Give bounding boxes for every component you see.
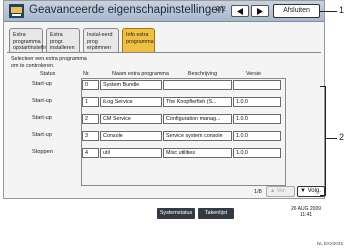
callout-line-2: [326, 138, 337, 139]
column-description: Beschrijving: [188, 71, 218, 77]
row-number: 1: [82, 97, 99, 107]
time-text: 11:41: [299, 212, 313, 218]
row-name: System Bundle: [100, 80, 162, 90]
callout-bracket-2: [320, 86, 326, 196]
previous-page-button[interactable]: [231, 5, 249, 17]
tab-program-info[interactable]: Info extra programma: [122, 28, 155, 52]
row-version: 1.0.0: [233, 148, 281, 158]
column-version: Versie: [246, 71, 261, 77]
previous-list-button[interactable]: ▲ Vor.: [266, 186, 295, 197]
callout-1: 1: [339, 5, 345, 15]
tab-install[interactable]: Extra progr. installeren: [46, 28, 80, 52]
row-description: Service system console: [163, 131, 232, 141]
row-description: Configuration manag...: [163, 114, 232, 124]
row-number: 2: [82, 114, 99, 124]
system-status-button[interactable]: Systemstatus: [157, 208, 195, 219]
tab-divider: [7, 52, 321, 53]
row-name: iLog Service: [100, 97, 162, 107]
row-number: 3: [82, 131, 99, 141]
date-time-display: 26 AUG 2009 11:41: [291, 206, 321, 218]
list-page-count: 1/8: [254, 189, 262, 195]
job-list-button[interactable]: Takenlijst: [198, 208, 234, 219]
row-name: util: [100, 148, 162, 158]
control-panel-screen: Geavanceerde eigenschapinstellingen 2/2 …: [3, 0, 325, 199]
column-status: Status: [40, 71, 56, 77]
arrow-right-icon: [257, 8, 263, 15]
row-status: Start-up: [32, 115, 52, 121]
row-name: Console: [100, 131, 162, 141]
app-icon: [9, 4, 24, 18]
row-number: 0: [82, 80, 99, 90]
title-bar: Geavanceerde eigenschapinstellingen 2/2 …: [4, 1, 324, 22]
row-number: 4: [82, 148, 99, 158]
arrow-left-icon: [237, 8, 243, 15]
row-name: CM Service: [100, 114, 162, 124]
column-name: Naam extra programma: [112, 71, 169, 77]
row-version: 1.0.0: [233, 97, 281, 107]
page-indicator: 2/2: [216, 6, 226, 13]
figure-reference: NL BXX003S: [317, 241, 344, 246]
callout-line-1: [319, 11, 337, 12]
row-status: Start-up: [32, 98, 52, 104]
row-status: Stoppen: [32, 149, 53, 155]
window-title: Geavanceerde eigenschapinstellingen: [29, 4, 225, 16]
row-description: The Knopflerfish (S...: [163, 97, 232, 107]
row-version: [233, 80, 281, 90]
close-button[interactable]: Afsluiten: [273, 4, 320, 18]
column-number: Nr.: [83, 71, 90, 77]
row-status: Start-up: [32, 81, 52, 87]
row-description: Misc utilities: [163, 148, 232, 158]
tab-uninstall[interactable]: Instal-eerd prog erpitmnen: [83, 28, 119, 52]
row-description: [163, 80, 232, 90]
callout-2: 2: [339, 132, 345, 142]
row-status: Start-up: [32, 132, 52, 138]
tab-startup-settings[interactable]: Extra programma opstartinstelling: [9, 28, 50, 52]
instruction-text: Selecteer een extra programma om te cont…: [11, 56, 87, 69]
row-version: 1.0.0: [233, 114, 281, 124]
next-page-button[interactable]: [251, 5, 269, 17]
row-version: 1.0.0: [233, 131, 281, 141]
